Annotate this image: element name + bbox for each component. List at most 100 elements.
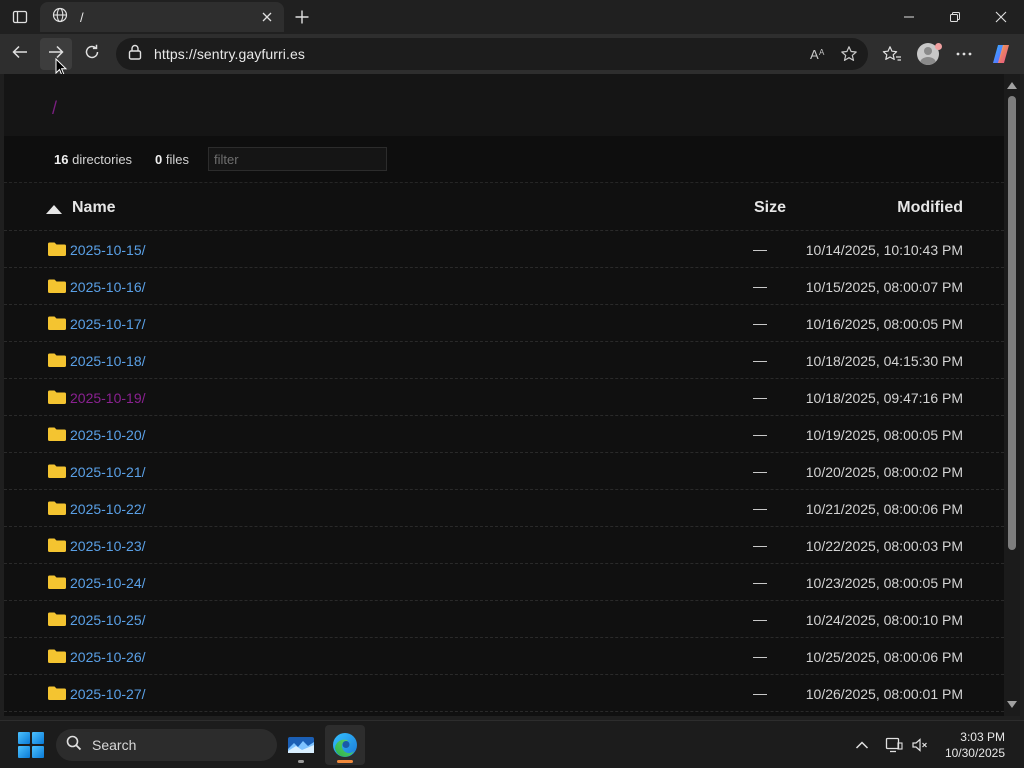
- size-cell: —: [753, 463, 767, 479]
- scroll-thumb[interactable]: [1008, 96, 1016, 550]
- folder-icon: [48, 686, 66, 705]
- page-viewport: / 16 directories 0 files Name Size Modif…: [4, 74, 1004, 716]
- size-cell: —: [753, 352, 767, 368]
- address-bar[interactable]: https://sentry.gayfurri.es AA: [116, 38, 868, 70]
- display-icon[interactable]: [882, 733, 906, 757]
- taskbar-clock[interactable]: 3:03 PM 10/30/2025: [945, 729, 1005, 761]
- read-aloud-icon[interactable]: AA: [804, 40, 834, 68]
- modified-cell: 10/15/2025, 08:00:07 PM: [805, 279, 963, 295]
- page-header: /: [4, 74, 1004, 136]
- size-cell: —: [753, 611, 767, 627]
- browser-tab[interactable]: /: [40, 2, 284, 32]
- modified-cell: 10/23/2025, 08:00:05 PM: [805, 575, 963, 591]
- directory-link[interactable]: 2025-10-25/: [70, 612, 146, 628]
- directory-link[interactable]: 2025-10-26/: [70, 649, 146, 665]
- sort-ascending-icon[interactable]: [46, 205, 62, 214]
- directory-link[interactable]: 2025-10-16/: [70, 279, 146, 295]
- restore-icon[interactable]: [932, 2, 978, 32]
- directory-link[interactable]: 2025-10-17/: [70, 316, 146, 332]
- url-text[interactable]: https://sentry.gayfurri.es: [154, 46, 804, 62]
- table-row: 2025-10-22/ — 10/21/2025, 08:00:06 PM: [4, 490, 1004, 527]
- table-row: 2025-10-20/ — 10/19/2025, 08:00:05 PM: [4, 416, 1004, 453]
- lock-icon[interactable]: [126, 43, 144, 66]
- column-modified-header[interactable]: Modified: [897, 199, 963, 217]
- svg-text:A: A: [819, 48, 825, 57]
- weather-widget-icon[interactable]: [281, 725, 321, 765]
- size-cell: —: [753, 241, 767, 257]
- folder-icon: [48, 575, 66, 594]
- modified-cell: 10/21/2025, 08:00:06 PM: [805, 501, 963, 517]
- copilot-icon[interactable]: [984, 38, 1018, 70]
- table-row: 2025-10-19/ — 10/18/2025, 09:47:16 PM: [4, 379, 1004, 416]
- star-icon[interactable]: [834, 40, 864, 68]
- chevron-up-icon[interactable]: [850, 733, 874, 757]
- table-row: 2025-10-17/ — 10/16/2025, 08:00:05 PM: [4, 305, 1004, 342]
- windows-start-icon[interactable]: [18, 732, 44, 758]
- directory-link[interactable]: 2025-10-15/: [70, 242, 146, 258]
- directory-link[interactable]: 2025-10-27/: [70, 686, 146, 702]
- folder-icon: [48, 501, 66, 520]
- edge-icon[interactable]: [325, 725, 365, 765]
- back-button[interactable]: [4, 38, 36, 70]
- folder-icon: [48, 390, 66, 409]
- directory-link[interactable]: 2025-10-24/: [70, 575, 146, 591]
- tab-actions-icon[interactable]: [8, 6, 32, 28]
- app-running-indicator: [298, 760, 304, 763]
- modified-cell: 10/18/2025, 09:47:16 PM: [805, 390, 963, 406]
- directory-link[interactable]: 2025-10-22/: [70, 501, 146, 517]
- speaker-muted-icon[interactable]: [908, 733, 932, 757]
- scroll-up-arrow-icon[interactable]: [1007, 82, 1017, 89]
- folder-icon: [48, 316, 66, 335]
- app-active-indicator: [337, 760, 353, 763]
- column-name-header[interactable]: Name: [72, 199, 116, 217]
- clock-time: 3:03 PM: [960, 730, 1005, 744]
- new-tab-icon[interactable]: [290, 5, 314, 29]
- globe-icon: [52, 7, 68, 28]
- folder-icon: [48, 464, 66, 483]
- directory-link[interactable]: 2025-10-21/: [70, 464, 146, 480]
- breadcrumb[interactable]: /: [52, 98, 57, 119]
- modified-cell: 10/20/2025, 08:00:02 PM: [805, 464, 963, 480]
- table-row: 2025-10-26/ — 10/25/2025, 08:00:06 PM: [4, 638, 1004, 675]
- table-header: Name Size Modified: [4, 182, 1004, 231]
- close-tab-icon[interactable]: [254, 4, 280, 30]
- size-cell: —: [753, 389, 767, 405]
- svg-text:A: A: [810, 47, 819, 62]
- modified-cell: 10/19/2025, 08:00:05 PM: [805, 427, 963, 443]
- browser-toolbar: https://sentry.gayfurri.es AA: [0, 34, 1024, 77]
- directory-link[interactable]: 2025-10-19/: [70, 390, 146, 406]
- folder-icon: [48, 612, 66, 631]
- tab-title: /: [80, 9, 84, 25]
- close-window-icon[interactable]: [978, 2, 1024, 32]
- refresh-button[interactable]: [76, 38, 108, 70]
- page-scrollbar[interactable]: [1004, 74, 1020, 716]
- table-row: 2025-10-24/ — 10/23/2025, 08:00:05 PM: [4, 564, 1004, 601]
- size-cell: —: [753, 537, 767, 553]
- favorites-icon[interactable]: [875, 38, 909, 70]
- listing-summary: 16 directories 0 files: [4, 136, 1004, 182]
- search-label: Search: [92, 737, 137, 753]
- file-list: 2025-10-15/ — 10/14/2025, 10:10:43 PM 2025-…: [4, 231, 1004, 712]
- refresh-icon: [83, 43, 101, 66]
- scroll-down-arrow-icon[interactable]: [1007, 701, 1017, 708]
- folder-icon: [48, 427, 66, 446]
- more-icon[interactable]: [947, 38, 981, 70]
- modified-cell: 10/25/2025, 08:00:06 PM: [805, 649, 963, 665]
- filter-input[interactable]: [208, 147, 387, 171]
- files-summary: 0 files: [155, 152, 189, 167]
- directory-link[interactable]: 2025-10-23/: [70, 538, 146, 554]
- taskbar-search[interactable]: Search: [56, 729, 277, 761]
- clock-date: 10/30/2025: [944, 746, 1005, 760]
- table-row: 2025-10-23/ — 10/22/2025, 08:00:03 PM: [4, 527, 1004, 564]
- modified-cell: 10/18/2025, 04:15:30 PM: [805, 353, 963, 369]
- minimize-icon[interactable]: [886, 2, 932, 32]
- windows-taskbar: Search 3:03 PM 10/30/2025: [0, 720, 1024, 768]
- column-size-header[interactable]: Size: [754, 199, 786, 217]
- directory-link[interactable]: 2025-10-20/: [70, 427, 146, 443]
- search-icon: [66, 735, 82, 756]
- directory-link[interactable]: 2025-10-18/: [70, 353, 146, 369]
- table-row: 2025-10-18/ — 10/18/2025, 04:15:30 PM: [4, 342, 1004, 379]
- table-row: 2025-10-25/ — 10/24/2025, 08:00:10 PM: [4, 601, 1004, 638]
- table-row: 2025-10-27/ — 10/26/2025, 08:00:01 PM: [4, 675, 1004, 712]
- modified-cell: 10/14/2025, 10:10:43 PM: [805, 242, 963, 258]
